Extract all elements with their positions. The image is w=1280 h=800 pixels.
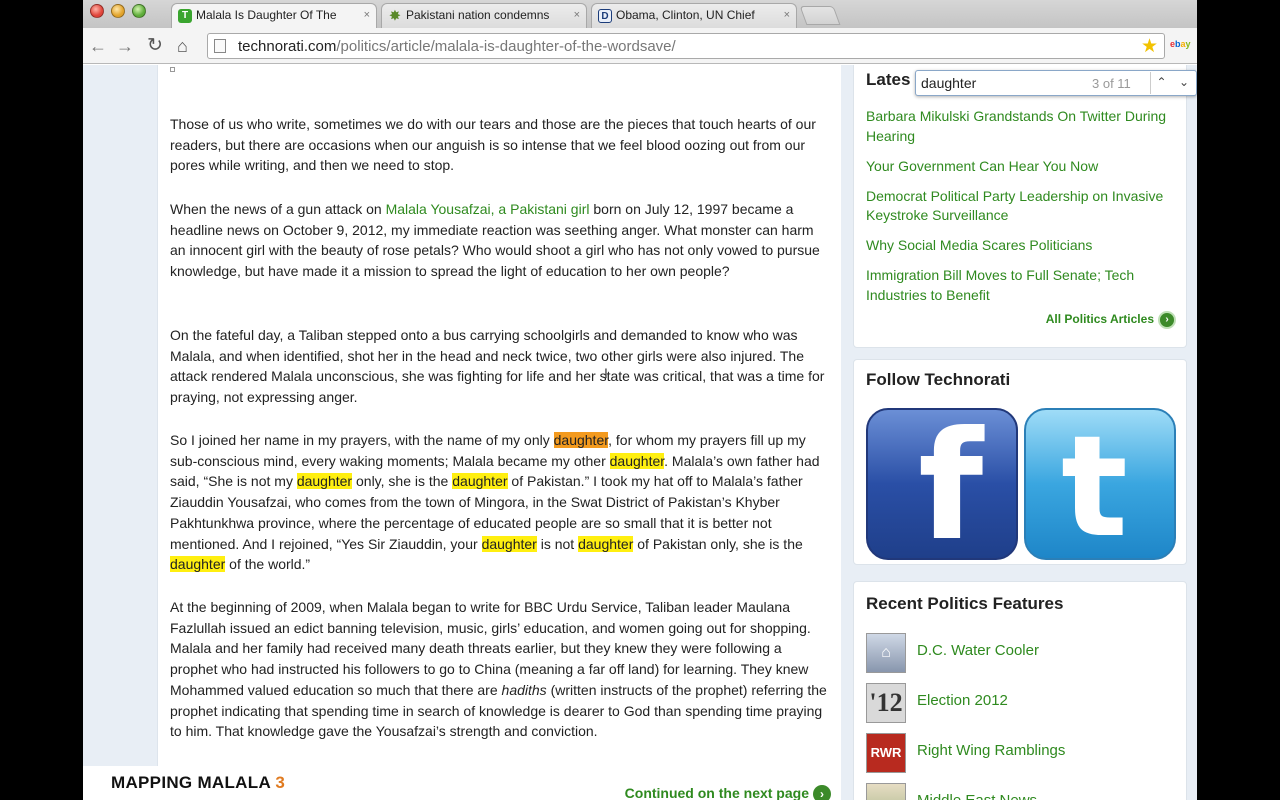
text-emphasis: hadiths xyxy=(501,681,547,698)
text-run: of the world.” xyxy=(225,556,311,573)
recent-politics-panel: Recent Politics Features ⌂ D.C. Water Co… xyxy=(853,581,1187,800)
sidebar: Lates Barbara Mikulski Grandstands On Tw… xyxy=(853,65,1187,800)
new-tab-button[interactable] xyxy=(799,6,841,25)
tab-close-icon[interactable]: × xyxy=(364,4,370,27)
image-placeholder-icon xyxy=(170,67,175,72)
find-highlight: daughter xyxy=(609,452,665,469)
latest-article-link[interactable]: Why Social Media Scares Politicians xyxy=(866,236,1181,256)
caption-number: 3 xyxy=(275,773,286,792)
page-content: Those of us who write, sometimes we do w… xyxy=(83,65,1197,800)
latest-heading: Lates xyxy=(866,70,911,89)
technorati-favicon-icon: T xyxy=(178,9,192,23)
text-run: So I joined her name in my prayers, with… xyxy=(170,432,554,448)
page-icon xyxy=(214,39,226,53)
browser-toolbar: ← → ↻ ⌂ technorati.com/politics/article/… xyxy=(83,28,1197,64)
url-path: /politics/article/malala-is-daughter-of-… xyxy=(336,38,676,55)
site-favicon-icon: ✸ xyxy=(389,8,401,23)
tab-malala-daughter[interactable]: T Malala Is Daughter Of The × xyxy=(171,3,377,28)
recent-feature-label: Right Wing Ramblings xyxy=(917,742,1066,759)
article-paragraph: At the beginning of 2009, when Malala be… xyxy=(170,597,832,742)
latest-article-link[interactable]: Your Government Can Hear You Now xyxy=(866,157,1181,177)
latest-list: Barbara Mikulski Grandstands On Twitter … xyxy=(866,107,1181,316)
text-run: When the news of a gun attack on xyxy=(170,201,386,217)
caption-text: MAPPING MALALA 3 xyxy=(111,773,285,793)
find-highlight: daughter xyxy=(578,535,634,552)
tab-obama-clinton[interactable]: D Obama, Clinton, UN Chief × xyxy=(591,3,797,28)
find-highlight-current: daughter xyxy=(553,432,609,448)
election-thumbnail-icon: '12 xyxy=(866,683,906,723)
tab-close-icon[interactable]: × xyxy=(784,4,790,27)
recent-feature-label: D.C. Water Cooler xyxy=(917,642,1039,659)
tab-close-icon[interactable]: × xyxy=(574,4,580,27)
recent-feature-label: Election 2012 xyxy=(917,692,1008,709)
twitter-glyph: t xyxy=(1061,408,1128,560)
tab-label: Malala Is Daughter Of The xyxy=(196,8,337,22)
article-paragraph: When the news of a gun attack on Malala … xyxy=(170,199,832,282)
tab-label: Pakistani nation condemns xyxy=(406,8,550,22)
find-bar: 3 of 11 ⌃ ⌄ xyxy=(915,70,1197,96)
rwr-thumbnail-icon: RWR xyxy=(866,733,906,773)
forward-arrow-icon[interactable]: → xyxy=(116,36,134,56)
latest-articles-panel: Lates Barbara Mikulski Grandstands On Tw… xyxy=(853,65,1187,348)
text-run: of Pakistan only, she is the xyxy=(633,535,803,552)
arrow-right-circle-icon: › xyxy=(1158,311,1176,329)
find-highlight: daughter xyxy=(296,473,353,490)
capitol-thumbnail-icon: ⌂ xyxy=(866,633,906,673)
article-paragraph: Those of us who write, sometimes we do w… xyxy=(170,116,816,174)
window-minimize-button[interactable] xyxy=(111,4,125,18)
article-paragraph: On the fateful day, a Taliban stepped on… xyxy=(170,327,825,406)
twitter-icon[interactable]: t xyxy=(1024,408,1176,560)
text-run: is not xyxy=(536,535,579,552)
window-maximize-button[interactable] xyxy=(132,4,146,18)
find-input[interactable] xyxy=(921,74,1086,92)
caption-title: MAPPING MALALA xyxy=(111,773,276,792)
back-arrow-icon[interactable]: ← xyxy=(89,36,107,56)
find-previous-icon[interactable]: ⌃ xyxy=(1150,72,1172,94)
text-cursor-icon: I xyxy=(604,365,608,381)
recent-feature-label: Middle East News xyxy=(917,792,1037,800)
continued-next-page-link[interactable]: Continued on the next page › xyxy=(625,785,831,800)
url-text: technorati.com/politics/article/malala-i… xyxy=(238,38,676,55)
address-bar[interactable]: technorati.com/politics/article/malala-i… xyxy=(207,33,1165,59)
facebook-icon[interactable]: f xyxy=(866,408,1018,560)
find-match-count: 3 of 11 xyxy=(1092,76,1131,91)
ebay-extension-icon[interactable]: ebay xyxy=(1170,39,1191,49)
latest-article-link[interactable]: Barbara Mikulski Grandstands On Twitter … xyxy=(866,107,1181,146)
tab-pakistani-nation[interactable]: ✸ Pakistani nation condemns × xyxy=(381,3,587,28)
follow-heading: Follow Technorati xyxy=(866,370,1011,389)
latest-article-link[interactable]: Democrat Political Party Leadership on I… xyxy=(866,187,1181,226)
reload-icon[interactable]: ↻ xyxy=(147,36,163,56)
text-run: only, she is the xyxy=(352,473,453,490)
malala-link[interactable]: Malala Yousafzai, a Pakistani girl xyxy=(386,201,590,217)
all-politics-label: All Politics Articles xyxy=(1045,312,1154,327)
tab-label: Obama, Clinton, UN Chief xyxy=(616,8,755,22)
article-paragraph: So I joined her name in my prayers, with… xyxy=(170,430,832,575)
all-politics-articles-link[interactable]: All Politics Articles › xyxy=(1046,311,1176,329)
article-body: Those of us who write, sometimes we do w… xyxy=(157,65,841,800)
arrow-right-circle-icon: › xyxy=(813,785,831,800)
site-favicon-icon: D xyxy=(598,9,612,23)
video-caption: MAPPING MALALA 3 xyxy=(83,766,365,800)
bookmark-star-icon[interactable]: ★ xyxy=(1141,35,1158,58)
follow-panel: Follow Technorati f t xyxy=(853,359,1187,565)
find-highlight: daughter xyxy=(170,556,226,573)
find-highlight: daughter xyxy=(481,535,537,552)
find-next-icon[interactable]: ⌄ xyxy=(1173,72,1195,94)
facebook-glyph: f xyxy=(918,408,984,560)
find-highlight: daughter xyxy=(452,473,508,490)
continued-label: Continued on the next page xyxy=(624,785,809,800)
recent-heading: Recent Politics Features xyxy=(866,594,1064,613)
window-close-button[interactable] xyxy=(90,4,104,18)
latest-article-link[interactable]: Immigration Bill Moves to Full Senate; T… xyxy=(866,266,1181,305)
home-icon[interactable]: ⌂ xyxy=(177,36,188,56)
browser-window: T Malala Is Daughter Of The × ✸ Pakistan… xyxy=(83,0,1197,800)
map-thumbnail-icon xyxy=(866,783,906,800)
tab-strip: T Malala Is Daughter Of The × ✸ Pakistan… xyxy=(83,0,1197,28)
url-host: technorati.com xyxy=(238,38,337,55)
